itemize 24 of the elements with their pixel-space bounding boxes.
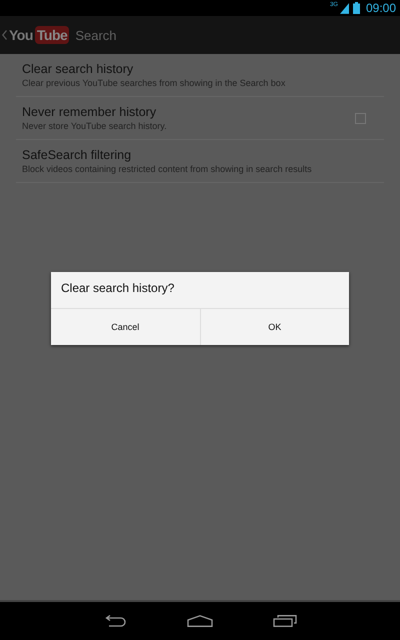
setting-title: Clear search history <box>22 61 134 77</box>
clock: 09:00 <box>366 1 396 15</box>
recent-apps-icon[interactable] <box>273 615 297 627</box>
screen-title: Search <box>75 28 117 42</box>
logo-text: You <box>9 27 33 43</box>
dialog-button[interactable]: OK <box>200 309 349 345</box>
settings-row[interactable]: Clear search history Clear previous YouTube searches from showing in the Search box <box>16 54 384 97</box>
setting-summary: Block videos containing restricted content from showing in search results <box>22 163 313 176</box>
back-logo-button[interactable]: You Tube <box>2 26 70 44</box>
setting-title: Never remember history <box>22 104 158 120</box>
chevron-left-icon <box>2 30 7 40</box>
setting-summary: Never store YouTube search history. <box>22 120 168 133</box>
logo-badge: Tube <box>34 26 70 44</box>
signal-icon <box>340 2 349 14</box>
back-icon[interactable] <box>103 615 127 627</box>
setting-summary: Clear previous YouTube searches from showing in the Search box <box>22 77 286 90</box>
home-icon[interactable] <box>187 615 213 627</box>
dialog-button[interactable]: Cancel <box>51 309 200 345</box>
setting-title: SafeSearch filtering <box>22 147 132 163</box>
battery-icon <box>352 2 360 14</box>
checkbox[interactable] <box>355 113 366 124</box>
settings-row[interactable]: SafeSearch filtering Block videos containing restricted content from showing in search results <box>16 140 384 183</box>
settings-row[interactable]: Never remember history Never store YouTube search history. <box>16 97 384 140</box>
dialog-message: Clear search history? <box>60 280 176 297</box>
